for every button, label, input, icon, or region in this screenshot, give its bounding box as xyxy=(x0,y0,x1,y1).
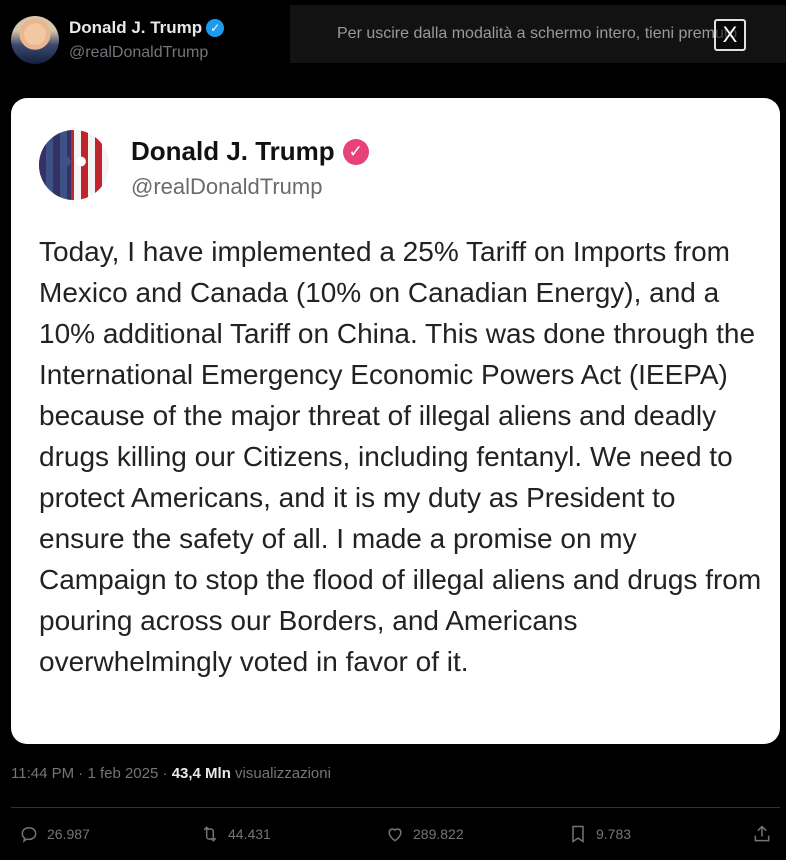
share-icon xyxy=(754,825,770,842)
post-date[interactable]: 1 feb 2025 xyxy=(87,765,158,782)
meta-separator: · xyxy=(162,765,168,782)
like-count: 289.822 xyxy=(413,826,464,842)
embedded-avatar xyxy=(39,130,109,200)
repost-count: 44.431 xyxy=(228,826,271,842)
divider xyxy=(11,807,780,808)
embedded-author-name: Donald J. Trump xyxy=(131,136,335,166)
repost-icon xyxy=(203,826,217,842)
views-label: visualizzazioni xyxy=(235,765,331,782)
embedded-name-row: Donald J. Trump ✓ xyxy=(131,136,369,167)
bookmark-button[interactable]: 9.783 xyxy=(568,824,631,844)
post-time[interactable]: 11:44 PM xyxy=(11,765,74,782)
heart-icon xyxy=(388,828,402,842)
embedded-post-text: Today, I have implemented a 25% Tariff o… xyxy=(39,236,762,677)
reply-count: 26.987 xyxy=(47,826,90,842)
bookmark-count: 9.783 xyxy=(596,826,632,842)
post-image-card[interactable]: Donald J. Trump ✓ @realDonaldTrump Today… xyxy=(11,98,780,744)
author-handle[interactable]: @realDonaldTrump xyxy=(69,44,208,62)
reply-icon xyxy=(21,826,37,843)
repost-button[interactable]: 44.431 xyxy=(200,824,271,844)
embedded-author-handle: @realDonaldTrump xyxy=(131,174,323,199)
bookmark-icon xyxy=(572,825,584,843)
author-name-row[interactable]: Donald J. Trump ✓ xyxy=(69,18,225,38)
share-button[interactable] xyxy=(752,824,772,844)
like-button[interactable]: 289.822 xyxy=(385,824,464,844)
post-meta: 11:44 PM · 1 feb 2025 · 43,4 Mln visuali… xyxy=(11,765,331,782)
fullscreen-hint-text: Per uscire dalla modalità a schermo inte… xyxy=(337,25,738,42)
verified-badge-icon: ✓ xyxy=(342,138,369,165)
author-name[interactable]: Donald J. Trump xyxy=(69,18,202,38)
views-count: 43,4 Mln xyxy=(171,765,231,782)
exit-fullscreen-button[interactable]: X xyxy=(714,19,746,51)
verified-badge-icon: ✓ xyxy=(206,19,225,37)
author-avatar[interactable] xyxy=(11,16,59,64)
reply-button[interactable]: 26.987 xyxy=(19,824,90,844)
meta-separator: · xyxy=(78,765,84,782)
fullscreen-banner: Per uscire dalla modalità a schermo inte… xyxy=(290,5,786,63)
